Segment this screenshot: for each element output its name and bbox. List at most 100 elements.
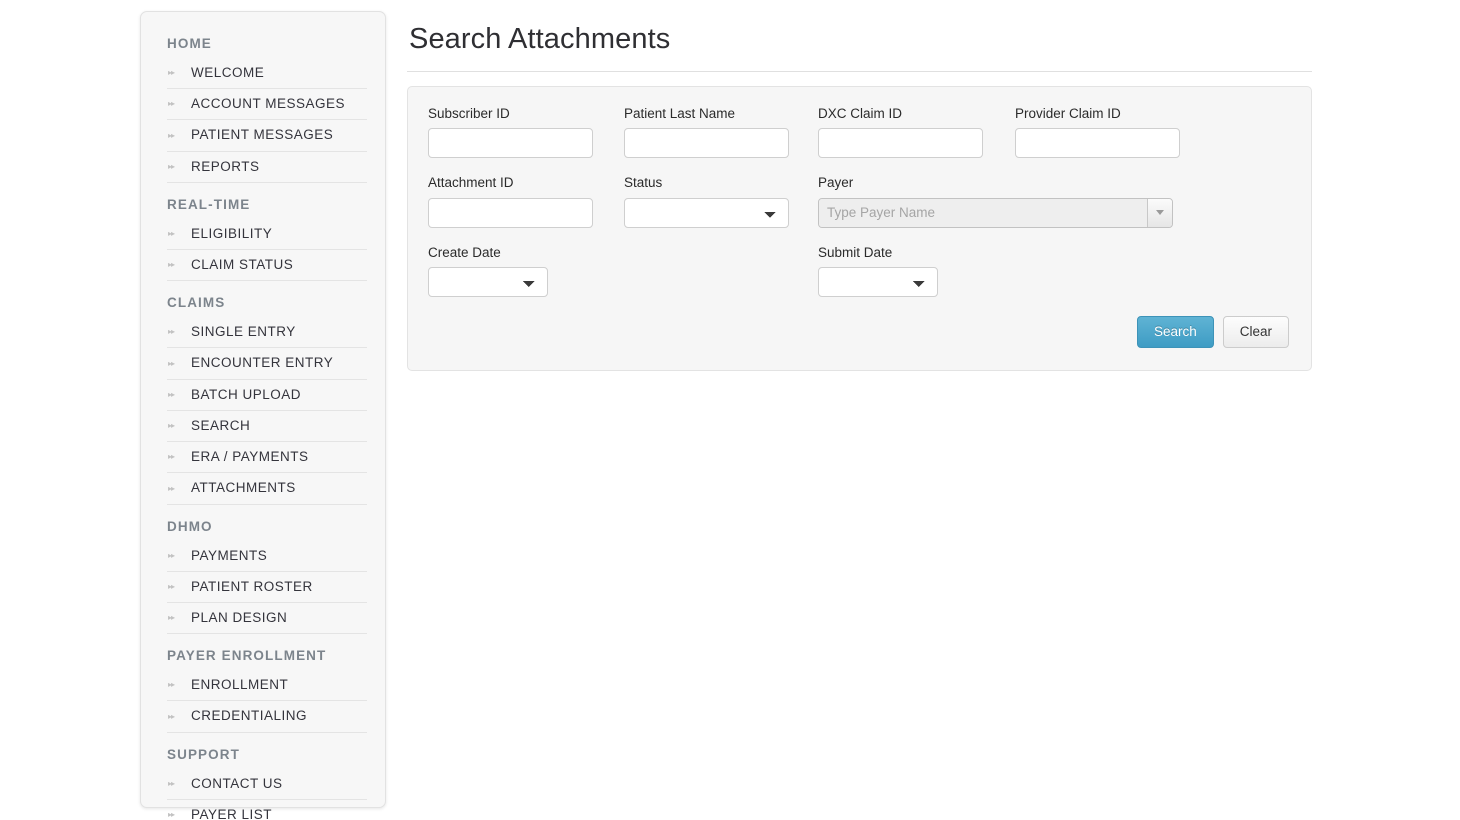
sidebar-item-label: WELCOME [191, 64, 265, 80]
nav-section-header: REAL-TIME [167, 196, 251, 212]
sidebar-item-label: ELIGIBILITY [191, 225, 273, 241]
sidebar-item-label: CLAIM STATUS [191, 257, 294, 272]
sidebar-item-credentialing[interactable]: ▸▸ CREDENTIALING [167, 701, 367, 733]
sidebar-item-eligibility[interactable]: ▸▸ ELIGIBILITY [167, 219, 367, 250]
double-chevron-right-icon: ▸▸ [168, 260, 175, 270]
field-status: Status [624, 174, 818, 228]
dxc-claim-id-input[interactable] [818, 128, 983, 159]
sidebar-item-label: ENCOUNTER ENTRY [191, 355, 334, 371]
double-chevron-right-icon: ▸▸ [168, 228, 175, 238]
payer-input[interactable] [819, 198, 1147, 227]
provider-claim-id-input[interactable] [1015, 128, 1180, 159]
nav-section-header: CLAIMS [167, 295, 226, 311]
double-chevron-right-icon: ▸▸ [168, 809, 175, 819]
double-chevron-right-icon: ▸▸ [168, 581, 175, 591]
sidebar-item-single-entry[interactable]: ▸▸ SINGLE ENTRY [167, 317, 367, 349]
sidebar-item-enrollment[interactable]: ▸▸ ENROLLMENT [167, 670, 367, 702]
field-payer: Payer [818, 174, 1173, 228]
caret-down-icon [1156, 210, 1164, 216]
field-patient-last-name: Patient Last Name [624, 105, 818, 159]
nav-section-home: HOME ▸▸ WELCOME ▸▸ ACCOUNT MESSAGES ▸▸ PATIENT… [167, 36, 367, 183]
form-row-1: Subscriber ID Patient Last Name DXC Clai… [428, 105, 1289, 159]
double-chevron-right-icon: ▸▸ [168, 358, 175, 368]
sidebar-item-search[interactable]: ▸▸ SEARCH [167, 411, 367, 443]
nav-section-header: SUPPORT [167, 746, 240, 762]
sidebar-item-patient-messages[interactable]: ▸▸ PATIENT MESSAGES [167, 120, 367, 152]
double-chevron-right-icon: ▸▸ [168, 389, 175, 399]
create-date-label: Create Date [428, 244, 501, 260]
field-attachment-id: Attachment ID [428, 174, 624, 228]
nav-section-header: PAYER ENROLLMENT [167, 648, 327, 664]
sidebar-item-label: ATTACHMENTS [191, 480, 296, 496]
nav-section-payer-enrollment: PAYER ENROLLMENT ▸▸ ENROLLMENT ▸▸ CREDENTIAL… [167, 648, 367, 733]
nav-section-claims: CLAIMS ▸▸ SINGLE ENTRY ▸▸ ENCOUNTER ENTRY ▸▸ B… [167, 295, 367, 505]
status-select[interactable] [624, 197, 789, 228]
sidebar-item-contact-us[interactable]: ▸▸ CONTACT US [167, 769, 367, 800]
status-label: Status [624, 175, 663, 191]
main-content: Search Attachments Subscriber ID Patient… [407, 22, 1312, 371]
form-row-3: Create Date Submit Date [428, 244, 1289, 298]
sidebar-item-label: PATIENT ROSTER [191, 578, 313, 594]
create-date-select[interactable] [428, 267, 548, 298]
nav-section-real-time: REAL-TIME ▸▸ ELIGIBILITY ▸▸ CLAIM STATUS [167, 196, 367, 282]
patient-last-name-label: Patient Last Name [624, 105, 736, 121]
double-chevron-right-icon: ▸▸ [168, 130, 175, 140]
sidebar-item-plan-design[interactable]: ▸▸ PLAN DESIGN [167, 603, 367, 635]
sidebar-item-label: PLAN DESIGN [191, 610, 288, 625]
double-chevron-right-icon: ▸▸ [168, 778, 175, 788]
sidebar-item-welcome[interactable]: ▸▸ WELCOME [167, 58, 367, 90]
payer-combobox[interactable] [818, 197, 1173, 228]
sidebar-item-label: CONTACT US [191, 775, 283, 791]
sidebar-item-patient-roster[interactable]: ▸▸ PATIENT ROSTER [167, 572, 367, 603]
form-row-2: Attachment ID Status Payer [428, 174, 1289, 228]
sidebar-item-label: ENROLLMENT [191, 677, 289, 693]
search-button[interactable]: Search [1136, 315, 1214, 348]
submit-date-select[interactable] [818, 267, 938, 298]
sidebar-item-batch-upload[interactable]: ▸▸ BATCH UPLOAD [167, 380, 367, 411]
sidebar-item-label: SINGLE ENTRY [191, 324, 296, 340]
payer-dropdown-button[interactable] [1147, 198, 1172, 227]
sidebar-item-label: BATCH UPLOAD [191, 386, 302, 402]
double-chevron-right-icon: ▸▸ [168, 452, 175, 462]
submit-date-label: Submit Date [818, 244, 893, 260]
clear-button[interactable]: Clear [1222, 315, 1289, 348]
field-dxc-claim-id: DXC Claim ID [818, 105, 1015, 159]
nav-section-support: SUPPORT▸▸CONTACT US▸▸PAYER LIST▸▸ACTIVIT… [167, 747, 367, 820]
title-divider [407, 70, 1312, 72]
patient-last-name-input[interactable] [624, 128, 789, 159]
app-page: HOME ▸▸ WELCOME ▸▸ ACCOUNT MESSAGES ▸▸ PATIENT… [0, 0, 1460, 820]
double-chevron-right-icon: ▸▸ [168, 550, 175, 560]
sidebar-item-label: PAYMENTS [191, 547, 268, 563]
sidebar-navigation: HOME ▸▸ WELCOME ▸▸ ACCOUNT MESSAGES ▸▸ PATIENT… [140, 11, 386, 820]
sidebar-item-payments[interactable]: ▸▸ PAYMENTS [167, 541, 367, 572]
dxc-claim-id-label: DXC Claim ID [818, 105, 903, 121]
sidebar-item-label: ACCOUNT MESSAGES [191, 96, 346, 112]
sidebar-item-label: CREDENTIALING [191, 708, 308, 724]
attachment-id-input[interactable] [428, 197, 593, 228]
sidebar-item-label: PATIENT MESSAGES [191, 127, 334, 143]
sidebar-item-label: SEARCH [191, 417, 251, 433]
sidebar-item-account-messages[interactable]: ▸▸ ACCOUNT MESSAGES [167, 89, 367, 121]
sidebar-item-era-payments[interactable]: ▸▸ ERA / PAYMENTS [167, 442, 367, 474]
sidebar-item-payer-list[interactable]: ▸▸ PAYER LIST [167, 800, 367, 820]
sidebar-item-label: ERA / PAYMENTS [191, 449, 309, 465]
sidebar-item-reports[interactable]: ▸▸ REPORTS [167, 152, 367, 183]
sidebar-item-claim-status[interactable]: ▸▸ CLAIM STATUS [167, 250, 367, 282]
double-chevron-right-icon: ▸▸ [168, 483, 175, 493]
nav-section-header: DHMO [167, 518, 213, 534]
sidebar-item-label: REPORTS [191, 158, 260, 174]
subscriber-id-input[interactable] [428, 128, 593, 159]
double-chevron-right-icon: ▸▸ [168, 99, 175, 109]
field-submit-date: Submit Date [818, 244, 938, 298]
form-actions: Search Clear [1136, 315, 1289, 348]
page-title: Search Attachments [409, 23, 671, 55]
double-chevron-right-icon: ▸▸ [168, 68, 175, 77]
nav-section-header: HOME [167, 36, 212, 51]
sidebar-item-label: PAYER LIST [191, 806, 273, 820]
search-form-panel: Subscriber ID Patient Last Name DXC Clai… [407, 85, 1312, 371]
sidebar-item-encounter-entry[interactable]: ▸▸ ENCOUNTER ENTRY [167, 348, 367, 380]
field-subscriber-id: Subscriber ID [428, 105, 624, 159]
field-provider-claim-id: Provider Claim ID [1015, 105, 1180, 159]
provider-claim-id-label: Provider Claim ID [1015, 105, 1121, 121]
sidebar-item-attachments[interactable]: ▸▸ ATTACHMENTS [167, 473, 367, 505]
